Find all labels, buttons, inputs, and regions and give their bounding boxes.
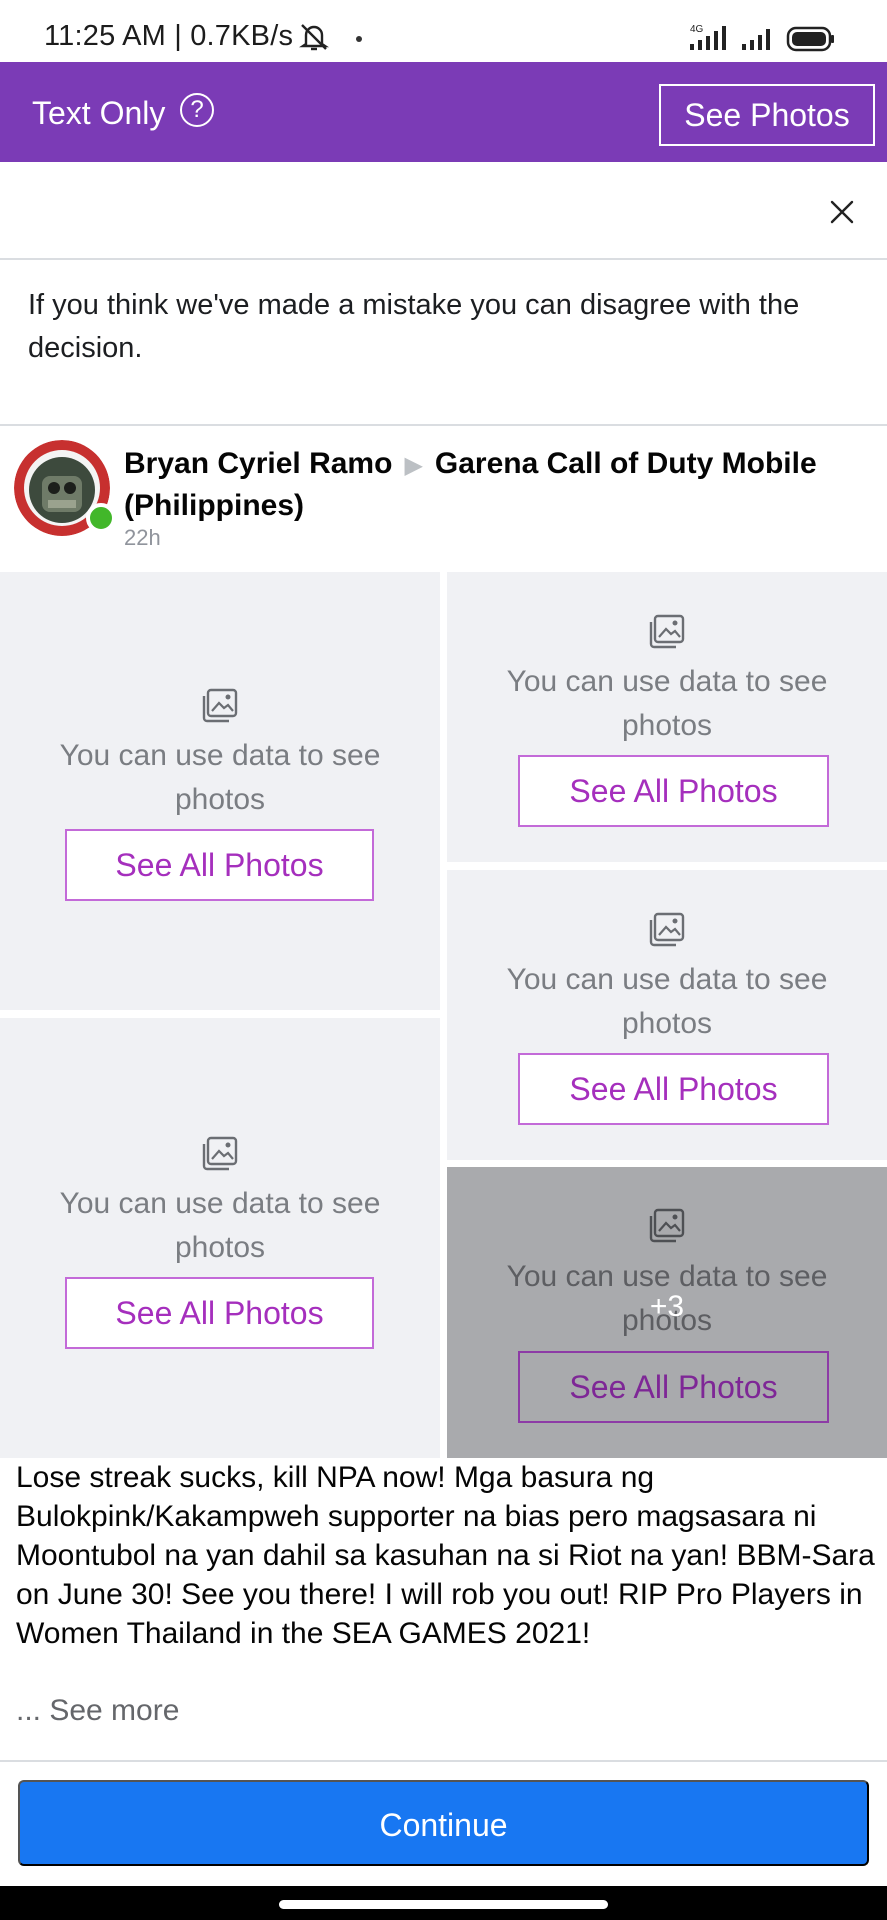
- photo-icon: [649, 1208, 685, 1243]
- photo-data-message: You can use data to see photos: [506, 665, 828, 742]
- svg-text:4G: 4G: [690, 24, 704, 35]
- disagree-notice: If you think we've made a mistake you ca…: [28, 289, 800, 364]
- divider: [0, 424, 887, 426]
- continue-button[interactable]: Continue: [18, 1780, 869, 1866]
- post-author-line[interactable]: Bryan Cyriel Ramo ▶ Garena Call of Duty Mo…: [124, 444, 874, 526]
- online-status-dot: [86, 503, 116, 533]
- photo-icon: [202, 688, 238, 723]
- cell-signal-icon: [742, 29, 770, 50]
- photo-data-message: You can use data to see photos: [59, 739, 381, 816]
- more-photos-count: +3: [649, 1290, 685, 1323]
- home-gesture-handle[interactable]: [279, 1900, 608, 1909]
- text-only-header: Text Only ? See Photos: [0, 62, 887, 162]
- see-all-photos-button[interactable]: See All Photos: [518, 1053, 829, 1125]
- photo-data-message: You can use data to see photos: [506, 963, 828, 1040]
- divider: [0, 1760, 887, 1762]
- post-timestamp[interactable]: 22h: [124, 525, 161, 551]
- status-bar: 11:25 AM | 0.7KB/s 4G: [0, 0, 887, 62]
- dialog-header: [0, 162, 887, 260]
- photo-placeholder-3: You can use data to see photos See All P…: [447, 870, 887, 1160]
- mode-label: Text Only: [32, 95, 166, 131]
- see-more-link[interactable]: ... See more: [16, 1694, 179, 1728]
- photo-placeholder-2: You can use data to see photos See All P…: [447, 572, 887, 862]
- close-icon[interactable]: [822, 192, 862, 232]
- photo-placeholder-1: You can use data to see photos See All P…: [0, 572, 440, 1010]
- notification-dot: [356, 36, 362, 42]
- author-name[interactable]: Bryan Cyriel Ramo: [124, 447, 392, 480]
- post-text: Lose streak sucks, kill NPA now! Mga bas…: [16, 1461, 875, 1650]
- arrow-right-icon: ▶: [404, 452, 423, 479]
- photo-placeholder-4: You can use data to see photos See All P…: [0, 1018, 440, 1458]
- system-nav-bar: [0, 1886, 887, 1920]
- help-icon[interactable]: ?: [180, 93, 214, 127]
- see-all-photos-button[interactable]: See All Photos: [65, 829, 374, 901]
- photo-data-message: You can use data to see photos: [59, 1187, 381, 1264]
- photo-placeholder-more[interactable]: You can use data to see photos +3 See Al…: [447, 1167, 887, 1458]
- see-all-photos-button[interactable]: See All Photos: [65, 1277, 374, 1349]
- bell-muted-icon: [299, 24, 329, 51]
- see-all-photos-button[interactable]: See All Photos: [518, 755, 829, 827]
- photo-icon: [649, 614, 685, 649]
- photo-icon: [202, 1136, 238, 1171]
- cell-signal-4g-icon: 4G: [690, 24, 726, 50]
- see-photos-button[interactable]: See Photos: [659, 84, 875, 146]
- see-all-photos-button[interactable]: See All Photos: [518, 1351, 829, 1423]
- photo-icon: [649, 912, 685, 947]
- battery-icon: [786, 26, 834, 52]
- status-time: 11:25 AM | 0.7KB/s: [44, 20, 294, 52]
